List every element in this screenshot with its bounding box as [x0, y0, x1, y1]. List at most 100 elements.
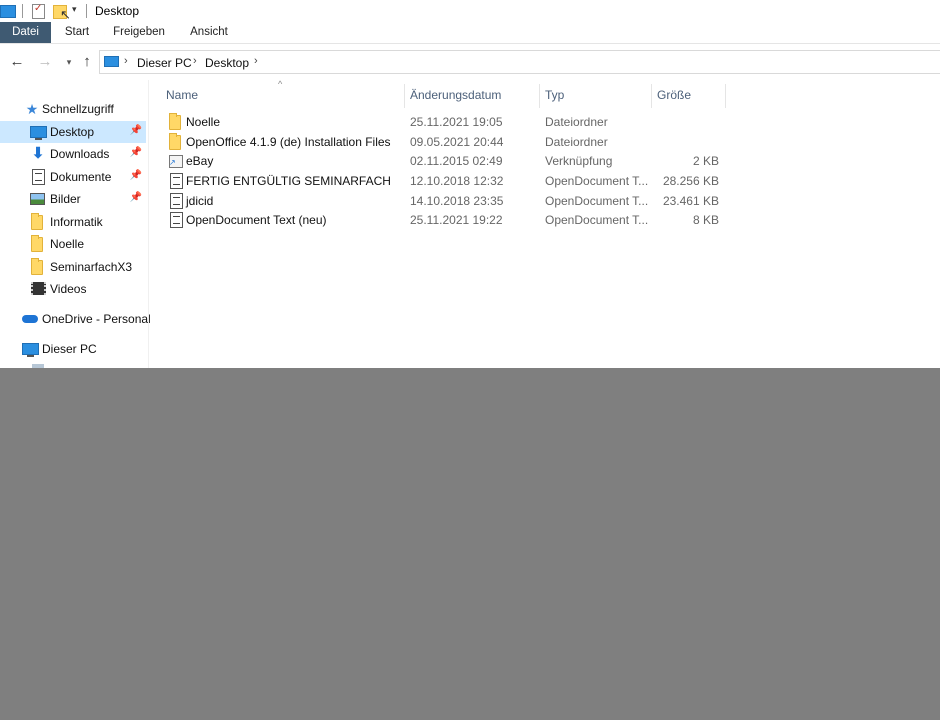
file-row[interactable]: ↗ eBay 02.11.2015 02:49 Verknüpfung 2 KB: [163, 151, 731, 171]
nav-label: OneDrive - Personal: [42, 312, 151, 326]
desktop-icon: [30, 124, 47, 140]
this-pc-icon: [104, 56, 119, 67]
breadcrumb-this-pc[interactable]: Dieser PC: [137, 56, 192, 70]
nav-onedrive[interactable]: OneDrive - Personal: [0, 308, 151, 330]
nav-label: SeminarfachX3: [50, 260, 133, 274]
back-arrow-icon[interactable]: ←: [8, 53, 26, 71]
file-date: 12.10.2018 12:32: [410, 174, 504, 188]
pin-icon[interactable]: 📌: [130, 125, 142, 136]
breadcrumb-separator-icon[interactable]: ›: [254, 55, 258, 67]
nav-this-pc[interactable]: Dieser PC: [0, 338, 146, 360]
properties-icon[interactable]: ✓: [32, 3, 45, 19]
nav-label: Schnellzugriff: [42, 102, 114, 116]
column-divider[interactable]: [725, 84, 726, 108]
up-arrow-icon[interactable]: ↑: [78, 53, 96, 71]
file-date: 14.10.2018 23:35: [410, 194, 504, 208]
folder-icon: [30, 213, 46, 230]
nav-label: Bilder: [50, 192, 81, 206]
column-divider[interactable]: [539, 84, 540, 108]
address-row: ← → ▾ ↑ › Dieser PC › Desktop ›: [0, 44, 940, 80]
documents-icon: [30, 169, 46, 185]
nav-item-pictures[interactable]: Bilder 📌: [0, 188, 146, 210]
file-date: 02.11.2015 02:49: [410, 154, 503, 168]
customize-quick-access-icon[interactable]: ▾: [72, 4, 77, 15]
file-date: 09.05.2021 20:44: [410, 135, 504, 149]
file-name: FERTIG ENTGÜLTIG SEMINARFACH: [186, 174, 391, 188]
nav-item-downloads[interactable]: ⬇ Downloads 📌: [0, 143, 146, 165]
nav-item-seminarfachx3[interactable]: SeminarfachX3: [0, 256, 146, 278]
tab-start[interactable]: Start: [56, 22, 98, 43]
check-icon: ✓: [34, 3, 43, 14]
column-header-type[interactable]: Typ: [545, 84, 564, 108]
nav-item-documents[interactable]: Dokumente 📌: [0, 166, 146, 188]
file-size: 23.461 KB: [662, 194, 719, 208]
file-type: Verknüpfung: [545, 154, 613, 168]
window-title: Desktop: [95, 4, 140, 18]
shortcut-icon: ↗: [168, 153, 184, 169]
nav-item-noelle[interactable]: Noelle: [0, 233, 146, 255]
folder-icon: [168, 133, 184, 150]
file-type: Dateiordner: [545, 135, 608, 149]
recent-locations-chevron-icon[interactable]: ▾: [60, 53, 78, 71]
breadcrumb-desktop[interactable]: Desktop: [205, 56, 249, 70]
file-row[interactable]: jdicid 14.10.2018 23:35 OpenDocument T..…: [163, 191, 731, 211]
pane-divider[interactable]: [148, 80, 149, 368]
nav-item-informatik[interactable]: Informatik: [0, 211, 146, 233]
forward-arrow-icon[interactable]: →: [36, 53, 54, 71]
file-row[interactable]: Noelle 25.11.2021 19:05 Dateiordner: [163, 112, 731, 132]
pin-icon[interactable]: 📌: [130, 192, 142, 203]
address-bar[interactable]: › Dieser PC › Desktop ›: [99, 50, 940, 74]
pictures-icon: [30, 191, 46, 207]
separator: [86, 4, 87, 18]
file-row[interactable]: FERTIG ENTGÜLTIG SEMINARFACH 12.10.2018 …: [163, 171, 731, 191]
this-pc-icon: [22, 341, 39, 357]
file-date: 25.11.2021 19:05: [410, 115, 503, 129]
odt-document-icon: [168, 173, 184, 189]
file-size: 2 KB: [692, 154, 719, 168]
file-type: Dateiordner: [545, 115, 608, 129]
file-list: ^ Name Änderungsdatum Typ Größe Noelle 2…: [155, 79, 940, 368]
file-type: OpenDocument T...: [545, 194, 649, 208]
file-size: 8 KB: [692, 213, 719, 227]
pin-icon[interactable]: 📌: [130, 147, 142, 158]
tab-file[interactable]: Datei: [0, 22, 51, 43]
nav-label: Videos: [50, 282, 87, 296]
ribbon-tabs: Datei Start Freigeben Ansicht: [0, 22, 940, 44]
navigation-pane: ★ Schnellzugriff Desktop 📌 ⬇ Downloads 📌…: [0, 80, 151, 368]
column-header-size[interactable]: Größe: [657, 84, 691, 108]
nav-quick-access[interactable]: ★ Schnellzugriff: [0, 98, 146, 120]
folder-icon: [30, 235, 46, 252]
odt-document-icon: [168, 193, 184, 209]
star-icon: ★: [25, 101, 39, 117]
nav-label: Dokumente: [50, 170, 112, 184]
file-type: OpenDocument T...: [545, 213, 649, 227]
file-type: OpenDocument T...: [545, 174, 649, 188]
nav-item-desktop[interactable]: Desktop 📌: [0, 121, 146, 143]
breadcrumb-separator-icon[interactable]: ›: [193, 55, 197, 67]
file-row[interactable]: OpenDocument Text (neu) 25.11.2021 19:22…: [163, 210, 731, 230]
file-name: eBay: [186, 154, 214, 168]
column-header-name[interactable]: Name: [166, 84, 198, 108]
nav-item-partial[interactable]: [0, 360, 146, 368]
nav-label: Informatik: [50, 215, 103, 229]
breadcrumb-separator-icon[interactable]: ›: [124, 55, 128, 67]
pin-icon[interactable]: 📌: [130, 170, 142, 181]
sort-ascending-chevron-icon: ^: [278, 79, 283, 89]
column-divider[interactable]: [404, 84, 405, 108]
column-header-date[interactable]: Änderungsdatum: [410, 84, 501, 108]
tab-share[interactable]: Freigeben: [108, 22, 170, 43]
tab-view[interactable]: Ansicht: [182, 22, 236, 43]
nav-item-videos[interactable]: Videos: [0, 278, 146, 300]
file-name: jdicid: [186, 194, 214, 208]
file-name: OpenOffice 4.1.9 (de) Installation Files: [186, 135, 391, 149]
separator: [22, 4, 23, 18]
nav-label: Noelle: [50, 237, 85, 251]
nav-label: Downloads: [50, 147, 110, 161]
file-name: Noelle: [186, 115, 221, 129]
explorer-app-icon[interactable]: [0, 5, 16, 18]
column-divider[interactable]: [651, 84, 652, 108]
download-arrow-icon: ⬇: [31, 145, 45, 162]
onedrive-cloud-icon: [22, 311, 38, 327]
file-row[interactable]: OpenOffice 4.1.9 (de) Installation Files…: [163, 132, 731, 152]
drive-icon: [32, 364, 44, 368]
